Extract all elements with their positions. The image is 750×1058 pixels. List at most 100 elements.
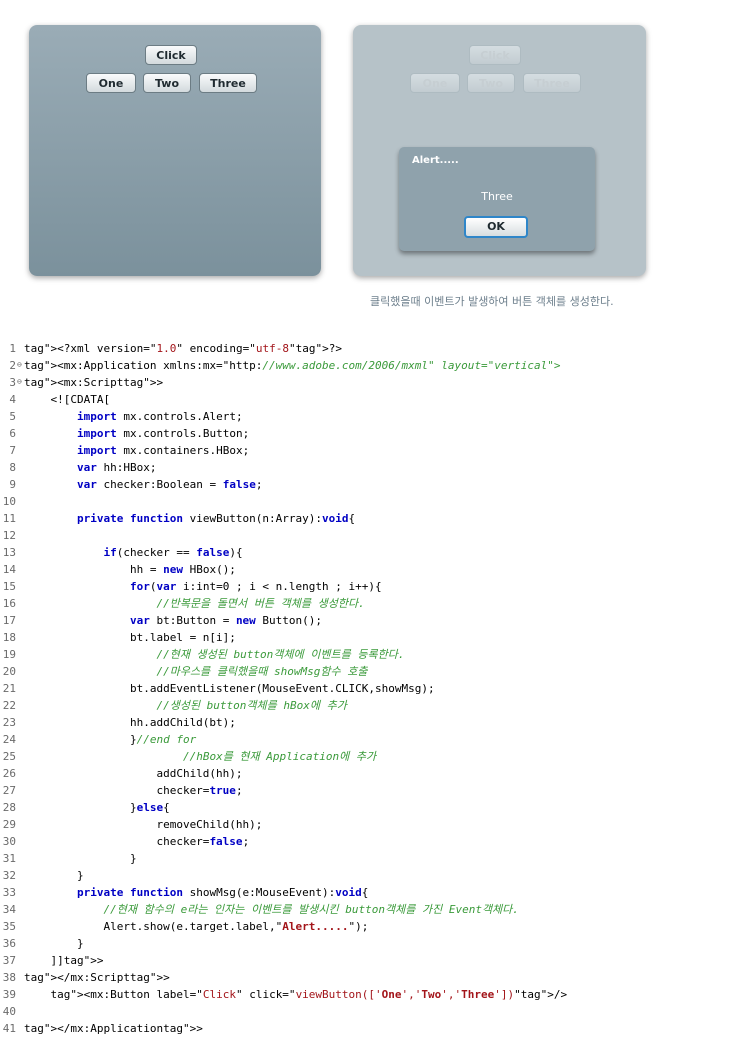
line-number: 8 bbox=[9, 461, 16, 474]
alert-dialog: Alert..... Three OK bbox=[399, 147, 595, 251]
code-text: //생성된 button객체를 hBox에 추가 bbox=[156, 699, 347, 712]
code-text: //반복문을 돌면서 버튼 객체를 생성한다. bbox=[156, 597, 365, 610]
code-text: ]]tag">> bbox=[24, 954, 104, 967]
line-number: 19 bbox=[2, 648, 16, 661]
code-line: 14 hh = new HBox(); bbox=[0, 561, 750, 578]
code-line: 15 for(var i:int=0 ; i < n.length ; i++)… bbox=[0, 578, 750, 595]
line-number: 20 bbox=[2, 665, 16, 678]
alert-message: Three bbox=[481, 190, 513, 203]
code-line: 18 bt.label = n[i]; bbox=[0, 629, 750, 646]
click-button[interactable]: Click bbox=[145, 45, 197, 65]
code-line: 21 bt.addEventListener(MouseEvent.CLICK,… bbox=[0, 680, 750, 697]
code-text: hh = new HBox(); bbox=[24, 563, 236, 576]
code-line: 27 checker=true; bbox=[0, 782, 750, 799]
code-text: tag"><mx:Button label="Click" click="vie… bbox=[50, 988, 568, 1001]
line-number: 4 bbox=[9, 393, 16, 406]
line-number: 31 bbox=[2, 852, 16, 865]
code-line: 3 ⊖ tag"><mx:Scripttag">> bbox=[0, 374, 750, 391]
line-number: 36 bbox=[2, 937, 16, 950]
code-text: removeChild(hh); bbox=[24, 818, 263, 831]
code-line: 19 //현재 생성된 button객체에 이벤트를 등록한다. bbox=[0, 646, 750, 663]
two-button-disabled: Two bbox=[467, 73, 515, 93]
line-number: 39 bbox=[2, 988, 16, 1001]
code-line: 7 import mx.containers.HBox; bbox=[0, 442, 750, 459]
code-text: //hBox를 현재 Application에 추가 bbox=[182, 750, 377, 763]
code-text: tag"></mx:Applicationtag">> bbox=[24, 1022, 203, 1035]
line-number: 15 bbox=[2, 580, 16, 593]
line-number: 11 bbox=[2, 512, 16, 525]
line-number: 9 bbox=[9, 478, 16, 491]
two-button[interactable]: Two bbox=[143, 73, 191, 93]
fold-icon[interactable]: ⊖ bbox=[17, 377, 22, 387]
line-number: 2 bbox=[9, 359, 16, 372]
caption: 클릭했을때 이벤트가 발생하여 버튼 객체를 생성한다. bbox=[370, 295, 614, 308]
code-line: 30 checker=false; bbox=[0, 833, 750, 850]
one-button-disabled: One bbox=[410, 73, 460, 93]
code-text: //현재 함수의 e라는 인자는 이벤트를 발생시킨 button객체를 가진 … bbox=[103, 903, 519, 916]
demo-panel-before: Click One Two Three bbox=[29, 25, 321, 276]
one-button[interactable]: One bbox=[86, 73, 136, 93]
line-number: 27 bbox=[2, 784, 16, 797]
code-line: 31 } bbox=[0, 850, 750, 867]
code-text: checker=false; bbox=[24, 835, 250, 848]
code-line: 5 import mx.controls.Alert; bbox=[0, 408, 750, 425]
line-number: 21 bbox=[2, 682, 16, 695]
code-text: import mx.containers.HBox; bbox=[76, 444, 250, 457]
three-button-disabled: Three bbox=[523, 73, 581, 93]
code-listing: 1 tag"><?xml version="1.0" encoding="utf-… bbox=[0, 340, 750, 1037]
line-number: 34 bbox=[2, 903, 16, 916]
code-text: var checker:Boolean = false; bbox=[76, 478, 263, 491]
line-number: 24 bbox=[2, 733, 16, 746]
line-number: 33 bbox=[2, 886, 16, 899]
code-line: 26 addChild(hh); bbox=[0, 765, 750, 782]
line-number: 37 bbox=[2, 954, 16, 967]
code-text: bt.label = n[i]; bbox=[24, 631, 236, 644]
line-number: 17 bbox=[2, 614, 16, 627]
code-line: 41 tag"></mx:Applicationtag">> bbox=[0, 1020, 750, 1037]
line-number: 28 bbox=[2, 801, 16, 814]
code-line: 28 }else{ bbox=[0, 799, 750, 816]
code-line: 25 //hBox를 현재 Application에 추가 bbox=[0, 748, 750, 765]
line-number: 14 bbox=[2, 563, 16, 576]
code-text: }//end for bbox=[24, 733, 197, 746]
code-line: 2 ⊖ tag"><mx:Application xmlns:mx="http://… bbox=[0, 357, 750, 374]
code-line: 24 }//end for bbox=[0, 731, 750, 748]
code-text: tag"><mx:Application xmlns:mx="http://ww… bbox=[24, 359, 561, 372]
code-line: 37 ]]tag">> bbox=[0, 952, 750, 969]
line-number: 12 bbox=[2, 529, 16, 542]
code-text: tag"></mx:Scripttag">> bbox=[24, 971, 170, 984]
code-line: 29 removeChild(hh); bbox=[0, 816, 750, 833]
code-line: 20 //마우스를 클릭했을때 showMsg함수 호출 bbox=[0, 663, 750, 680]
code-text: addChild(hh); bbox=[24, 767, 243, 780]
line-number: 32 bbox=[2, 869, 16, 882]
line-number: 25 bbox=[2, 750, 16, 763]
line-number: 1 bbox=[9, 342, 16, 355]
line-number: 22 bbox=[2, 699, 16, 712]
code-text: } bbox=[24, 937, 84, 950]
code-line: 12 bbox=[0, 527, 750, 544]
code-text: for(var i:int=0 ; i < n.length ; i++){ bbox=[129, 580, 382, 593]
code-text: } bbox=[24, 852, 137, 865]
demo-panel-after: Click One Two Three Alert..... Three OK bbox=[353, 25, 646, 276]
code-text: var hh:HBox; bbox=[76, 461, 157, 474]
code-line: 13 if(checker == false){ bbox=[0, 544, 750, 561]
line-number: 26 bbox=[2, 767, 16, 780]
code-text: if(checker == false){ bbox=[103, 546, 243, 559]
three-button[interactable]: Three bbox=[199, 73, 257, 93]
code-line: 9 var checker:Boolean = false; bbox=[0, 476, 750, 493]
line-number: 7 bbox=[9, 444, 16, 457]
code-text: var bt:Button = new Button(); bbox=[129, 614, 323, 627]
line-number: 6 bbox=[9, 427, 16, 440]
fold-icon[interactable]: ⊖ bbox=[17, 360, 22, 370]
alert-title: Alert..... bbox=[412, 155, 459, 166]
code-line: 32 } bbox=[0, 867, 750, 884]
line-number: 13 bbox=[2, 546, 16, 559]
code-text: checker=true; bbox=[24, 784, 243, 797]
line-number: 30 bbox=[2, 835, 16, 848]
alert-ok-button[interactable]: OK bbox=[464, 216, 528, 238]
code-line: 16 //반복문을 돌면서 버튼 객체를 생성한다. bbox=[0, 595, 750, 612]
code-line: 40 bbox=[0, 1003, 750, 1020]
code-text: private function showMsg(e:MouseEvent):v… bbox=[76, 886, 369, 899]
code-text: //마우스를 클릭했을때 showMsg함수 호출 bbox=[156, 665, 368, 678]
code-text: } bbox=[24, 869, 84, 882]
